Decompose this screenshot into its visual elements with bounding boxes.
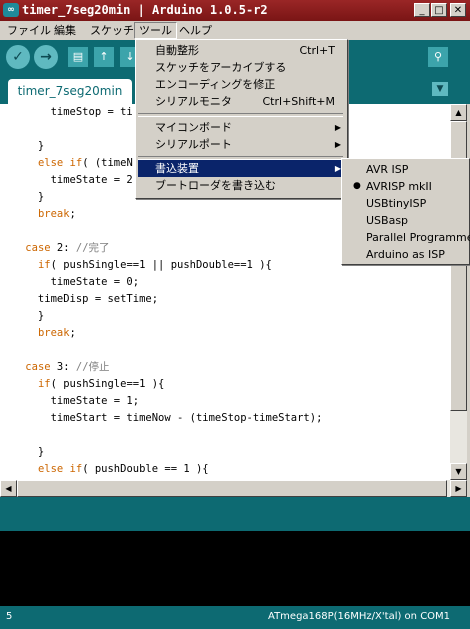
menu-separator [138,113,343,117]
window-title: timer_7seg20min | Arduino 1.0.5-r2 [22,3,268,17]
menu-item-label: AVR ISP [366,163,409,176]
submenu-arrow-icon: ▶ [334,140,341,149]
code-line: timeStart = timeNow - (timeStop-timeStar… [0,412,323,424]
close-button[interactable]: ✕ [450,3,466,17]
tab-menu-icon[interactable]: ▼ [432,82,448,96]
code-line: } [0,191,45,203]
menu-item-label: Parallel Programmer [366,231,470,244]
programmer-item-usbtinyisp[interactable]: USBtinyISP [344,195,469,212]
menu-file[interactable]: ファイル [3,23,55,38]
menu-item-label: マイコンボード [155,121,232,134]
programmer-item-avrisp-mkii[interactable]: ● AVRISP mkII [344,178,469,195]
menu-item-label: シリアルモニタ [155,95,232,108]
menu-item-archive-sketch[interactable]: スケッチをアーカイブする [138,59,345,76]
serial-monitor-icon[interactable]: ⚲ [428,47,448,67]
menu-item-serial-port[interactable]: シリアルポート ▶ [138,136,345,153]
menu-item-board[interactable]: マイコンボード ▶ [138,119,345,136]
verify-button[interactable]: ✓ [6,45,30,69]
console-output [0,531,470,606]
code-line: if( pushSingle==1 ){ [37,378,165,390]
status-bar: 5 ATmega168P(16MHz/X'tal) on COM1 [0,606,470,629]
programmer-submenu: AVR ISP ● AVRISP mkII USBtinyISP USBasp … [341,158,470,265]
menu-item-label: AVRISP mkII [366,180,432,193]
maximize-button[interactable]: □ [431,3,447,17]
menu-item-programmer[interactable]: 書込装置 ▶ [138,160,345,177]
tab-sketch[interactable]: timer_7seg20min [8,79,132,104]
code-line: else if( pushDouble == 1 ){ [37,463,209,475]
menu-tools[interactable]: ツール [134,22,177,39]
code-line: case 2: //完了 [25,242,110,254]
menu-item-auto-format[interactable]: 自動整形 Ctrl+T [138,42,345,59]
open-sketch-button[interactable]: ↑ [94,47,114,67]
menu-item-label: USBtinyISP [366,197,427,210]
menu-help[interactable]: ヘルプ [175,23,216,38]
menu-bar: ファイル 編集 スケッチ ツール ヘルプ [0,21,470,41]
programmer-item-avr-isp[interactable]: AVR ISP [344,161,469,178]
title-bar: ∞ timer_7seg20min | Arduino 1.0.5-r2 _ □… [0,0,470,21]
menu-item-shortcut: Ctrl+T [299,44,335,57]
scroll-right-icon[interactable]: ▶ [450,480,467,497]
code-line: timeState = 0; [0,276,140,288]
menu-item-label: 自動整形 [155,44,199,57]
menu-item-fix-encoding[interactable]: エンコーディングを修正 [138,76,345,93]
code-line: timeDisp = setTime; [0,293,159,305]
menu-item-shortcut: Ctrl+Shift+M [262,95,336,108]
scroll-up-icon[interactable]: ▲ [450,104,467,121]
programmer-item-usbasp[interactable]: USBasp [344,212,469,229]
menu-item-label: USBasp [366,214,409,227]
menu-edit[interactable]: 編集 [50,23,80,38]
code-line: timeStop = ti [0,106,133,118]
programmer-item-arduino-as-isp[interactable]: Arduino as ISP [344,246,469,263]
code-line: timeState = 1; [0,395,140,407]
scroll-down-icon[interactable]: ▼ [450,463,467,480]
code-line: } [0,140,45,152]
code-line: break; [37,208,76,220]
menu-item-burn-bootloader[interactable]: ブートローダを書き込む [138,177,345,194]
menu-item-label: スケッチをアーカイブする [155,61,287,74]
programmer-item-parallel[interactable]: Parallel Programmer [344,229,470,246]
menu-sketch[interactable]: スケッチ [86,23,138,38]
selected-bullet-icon: ● [353,181,361,191]
menu-item-label: エンコーディングを修正 [155,78,276,91]
menu-item-label: Arduino as ISP [366,248,445,261]
code-line: timeState = 2 [0,174,133,186]
line-number: 5 [6,611,13,622]
submenu-arrow-icon: ▶ [334,123,341,132]
tools-menu: 自動整形 Ctrl+T スケッチをアーカイブする エンコーディングを修正 シリア… [135,39,348,199]
menu-item-label: 書込装置 [155,162,199,175]
code-line: break; [37,327,76,339]
upload-button[interactable]: → [34,45,58,69]
menu-item-label: ブートローダを書き込む [155,179,276,192]
horizontal-scroll-thumb[interactable] [17,480,447,497]
code-line: } [0,446,45,458]
menu-item-serial-monitor[interactable]: シリアルモニタ Ctrl+Shift+M [138,93,345,110]
code-line: else if( (timeN [37,157,133,169]
minimize-button[interactable]: _ [414,3,430,17]
menu-item-label: シリアルポート [155,138,232,151]
code-line: } [0,310,45,322]
new-sketch-button[interactable]: ▤ [68,47,88,67]
message-bar [0,497,470,531]
board-info: ATmega168P(16MHz/X'tal) on COM1 [268,611,451,622]
code-line: if( pushSingle==1 || pushDouble==1 ){ [37,259,272,271]
code-line: case 3: //停止 [25,361,110,373]
scroll-left-icon[interactable]: ◀ [0,480,17,497]
arduino-logo-icon: ∞ [3,3,19,17]
